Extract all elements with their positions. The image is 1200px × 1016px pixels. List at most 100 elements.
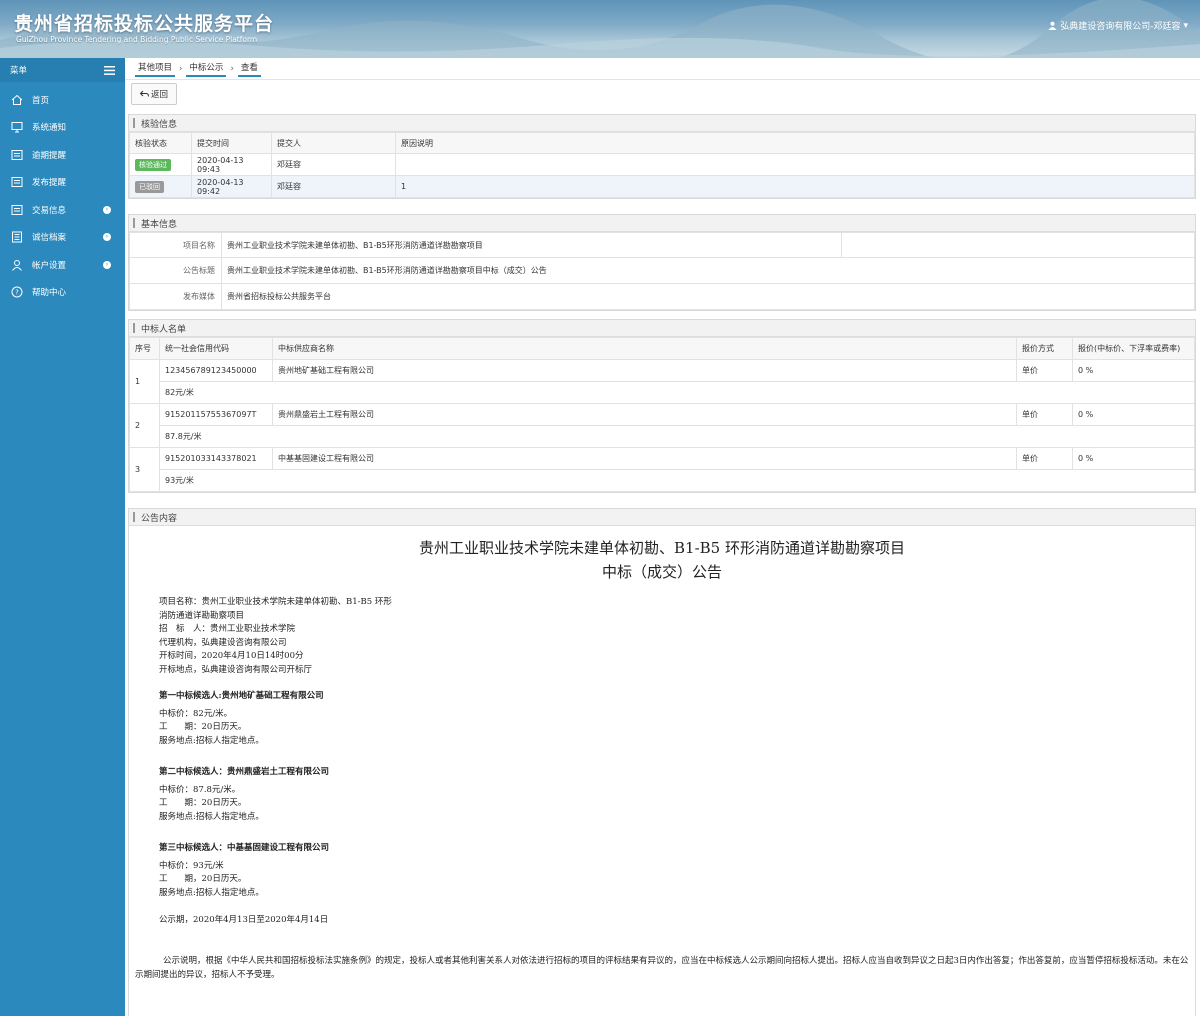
sidebar-item-label: 帮助中心 bbox=[32, 288, 67, 299]
column-header: 原因说明 bbox=[395, 132, 1195, 154]
project-name: 贵州工业职业技术学院未建单体初勘、B1-B5环形消防通道详勘勘察项目 bbox=[221, 232, 842, 258]
candidate-title: 第三中标候选人：中基基固建设工程有限公司 bbox=[159, 843, 330, 853]
list-icon bbox=[10, 148, 24, 162]
panel-header: 核验信息 bbox=[129, 115, 1195, 132]
user-icon bbox=[1048, 21, 1057, 30]
column-header: 报价(中标价、下浮率或费率) bbox=[1072, 337, 1195, 360]
table-row: 核验通过 2020-04-13 09:43 邓廷容 bbox=[129, 153, 1195, 176]
sidebar: 菜单 首页 系统通知 逾期提醒 发布提醒 交易信息 › 诚信档案 › 帐户设置 … bbox=[0, 58, 125, 1016]
notice-subheading: 中标（成交）公告 bbox=[601, 563, 722, 581]
table-row: 2 91520115755367097T 贵州鼎盛岩土工程有限公司 单价 0 % bbox=[129, 403, 1195, 448]
chevron-right-icon: › bbox=[103, 260, 111, 269]
panel-header: 中标人名单 bbox=[129, 320, 1195, 337]
notice-panel: 公告内容 贵州工业职业技术学院未建单体初勘、B1-B5 环形消防通道详勘勘察项目… bbox=[128, 508, 1196, 1016]
credit-code: 123456789123450000 bbox=[159, 359, 273, 382]
candidate-title: 第二中标候选人：贵州鼎盛岩土工程有限公司 bbox=[159, 767, 330, 777]
column-header: 报价方式 bbox=[1016, 337, 1073, 360]
basic-info-table: 项目名称 贵州工业职业技术学院未建单体初勘、B1-B5环形消防通道详勘勘察项目 … bbox=[129, 232, 1195, 310]
winners-panel: 中标人名单 序号 统一社会信用代码 中标供应商名称 报价方式 报价(中标价、下浮… bbox=[128, 319, 1196, 493]
sidebar-menu-label: 菜单 bbox=[10, 66, 28, 76]
row-number: 1 bbox=[129, 359, 160, 404]
info-line: 开标地点，弘典建设咨询有限公司开标厅 bbox=[159, 664, 313, 675]
row-number: 2 bbox=[129, 403, 160, 448]
notice-info: 项目名称：贵州工业职业技术学院未建单体初勘、B1-B5 环形 消防通道详勘勘察项… bbox=[129, 596, 1195, 928]
sidebar-item-trade-info[interactable]: 交易信息 › bbox=[0, 196, 125, 224]
candidate-line: 服务地点:招标人指定地点。 bbox=[159, 887, 264, 898]
sidebar-item-notifications[interactable]: 系统通知 bbox=[0, 114, 125, 142]
table-row: 已驳回 2020-04-13 09:42 邓廷容 1 bbox=[129, 175, 1195, 198]
bid-price: 82元/米 bbox=[159, 381, 1195, 404]
table-row: 87.8元/米 bbox=[130, 425, 1195, 448]
panel-title: 基本信息 bbox=[141, 219, 178, 230]
chevron-right-icon: › bbox=[230, 64, 234, 74]
column-header: 统一社会信用代码 bbox=[159, 337, 273, 360]
bid-price: 93元/米 bbox=[159, 469, 1195, 492]
sidebar-item-account[interactable]: 帐户设置 › bbox=[0, 251, 125, 279]
quote-method: 单价 bbox=[1016, 447, 1073, 470]
notice-content: 贵州工业职业技术学院未建单体初勘、B1-B5 环形消防通道详勘勘察项目 中标（成… bbox=[129, 526, 1195, 982]
chevron-right-icon: › bbox=[103, 205, 111, 214]
breadcrumb-item[interactable]: 其他项目 bbox=[135, 61, 176, 77]
user-menu[interactable]: 弘典建设咨询有限公司-邓廷容 ▾ bbox=[1048, 19, 1188, 32]
field-label: 公告标题 bbox=[129, 257, 222, 284]
bid-price: 87.8元/米 bbox=[159, 425, 1195, 448]
table-row: 82元/米 bbox=[130, 381, 1195, 404]
chevron-right-icon: › bbox=[179, 64, 183, 74]
credit-code: 915201033143378021 bbox=[159, 447, 273, 470]
table-row: 公告标题 贵州工业职业技术学院未建单体初勘、B1-B5环形消防通道详勘勘察项目中… bbox=[129, 257, 1195, 284]
table-row: 93元/米 bbox=[130, 469, 1195, 492]
submit-time: 2020-04-13 09:43 bbox=[191, 153, 272, 176]
submitter: 邓廷容 bbox=[271, 175, 396, 198]
platform-title: 贵州省招标投标公共服务平台 bbox=[14, 13, 275, 35]
back-button[interactable]: 返回 bbox=[131, 83, 177, 105]
status-badge: 已驳回 bbox=[135, 180, 164, 193]
field-label: 发布媒体 bbox=[129, 283, 222, 310]
column-header: 中标供应商名称 bbox=[272, 337, 1017, 360]
return-icon bbox=[139, 90, 149, 97]
help-icon: ? bbox=[10, 285, 24, 299]
field-label: 项目名称 bbox=[129, 232, 222, 258]
column-header: 序号 bbox=[129, 337, 160, 360]
verify-panel: 核验信息 核验状态 提交时间 提交人 原因说明 核验通过 2020-04-13 … bbox=[128, 114, 1196, 199]
row-number: 3 bbox=[129, 447, 160, 492]
sidebar-item-credit-archive[interactable]: 诚信档案 › bbox=[0, 224, 125, 252]
candidate-line: 工 期：20日历天。 bbox=[159, 798, 247, 808]
top-header: 贵州省招标投标公共服务平台 GuiZhou Province Tendering… bbox=[0, 0, 1200, 58]
column-header: 核验状态 bbox=[129, 132, 192, 154]
table-row: 1 123456789123450000 贵州地矿基础工程有限公司 单价 0 % bbox=[129, 359, 1195, 404]
candidate-line: 中标价：82元/米。 bbox=[159, 708, 233, 719]
hamburger-icon[interactable] bbox=[104, 65, 115, 75]
notice-heading: 贵州工业职业技术学院未建单体初勘、B1-B5 环形消防通道详勘勘察项目 bbox=[419, 539, 905, 557]
table-row: 发布媒体 贵州省招标投标公共服务平台 bbox=[129, 283, 1195, 310]
sidebar-item-home[interactable]: 首页 bbox=[0, 86, 125, 114]
info-line: 项目名称：贵州工业职业技术学院未建单体初勘、B1-B5 环形 bbox=[159, 597, 392, 607]
chevron-right-icon: › bbox=[103, 233, 111, 242]
sidebar-item-publish[interactable]: 发布提醒 bbox=[0, 169, 125, 197]
svg-text:?: ? bbox=[15, 289, 19, 297]
platform-subtitle: GuiZhou Province Tendering and Bidding P… bbox=[16, 35, 258, 44]
sidebar-item-help[interactable]: ? 帮助中心 bbox=[0, 279, 125, 307]
info-line: 招 标 人：贵州工业职业技术学院 bbox=[159, 624, 296, 634]
sidebar-item-overdue[interactable]: 逾期提醒 bbox=[0, 141, 125, 169]
notice-footer: 公示说明，根据《中华人民共和国招标投标法实施条例》的规定，投标人或者其他利害关系… bbox=[135, 955, 1189, 980]
column-header: 提交时间 bbox=[191, 132, 272, 154]
supplier-name: 贵州鼎盛岩土工程有限公司 bbox=[272, 403, 1017, 426]
candidate-title: 第一中标候选人:贵州地矿基础工程有限公司 bbox=[159, 691, 324, 701]
panel-header: 公告内容 bbox=[129, 509, 1195, 526]
table-row: 3 915201033143378021 中基基固建设工程有限公司 单价 0 % bbox=[129, 447, 1195, 492]
breadcrumb-item[interactable]: 中标公示 bbox=[186, 61, 227, 77]
basic-info-panel: 基本信息 项目名称 贵州工业职业技术学院未建单体初勘、B1-B5环形消防通道详勘… bbox=[128, 214, 1196, 311]
monitor-icon bbox=[10, 120, 24, 134]
quote-rate: 0 % bbox=[1072, 447, 1195, 470]
user-name: 弘典建设咨询有限公司-邓廷容 bbox=[1060, 22, 1181, 32]
winners-table: 序号 统一社会信用代码 中标供应商名称 报价方式 报价(中标价、下浮率或费率) … bbox=[129, 337, 1195, 492]
user-icon bbox=[10, 258, 24, 272]
info-line: 开标时间，2020年4月10日14时00分 bbox=[159, 651, 304, 661]
candidate-line: 服务地点:招标人指定地点。 bbox=[159, 735, 264, 746]
list-icon bbox=[10, 203, 24, 217]
list-icon bbox=[10, 175, 24, 189]
quote-method: 单价 bbox=[1016, 403, 1073, 426]
sidebar-item-label: 交易信息 bbox=[32, 205, 67, 216]
sidebar-item-label: 系统通知 bbox=[32, 123, 67, 134]
sidebar-item-label: 帐户设置 bbox=[32, 260, 67, 271]
